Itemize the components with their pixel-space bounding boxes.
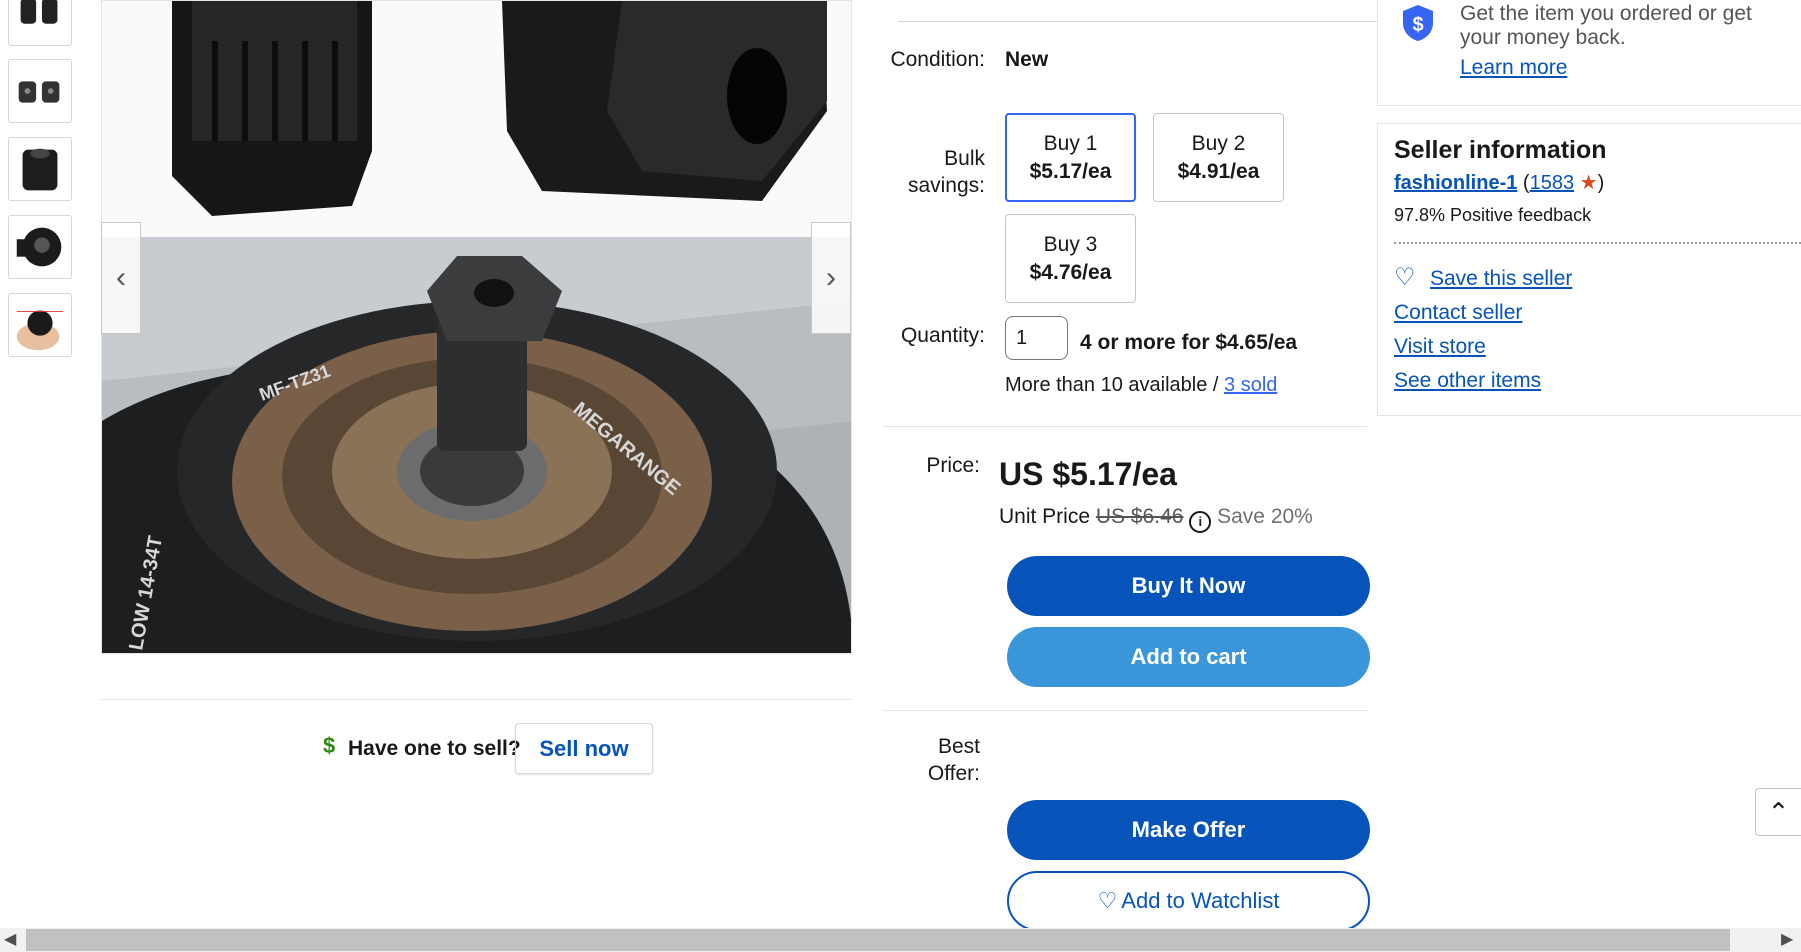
- main-product-image[interactable]: MF-TZ31 MEGARANGE LOW 14-34T: [101, 0, 852, 654]
- bulk-option-3[interactable]: Buy 3 $4.76/ea: [1005, 214, 1136, 303]
- price-value: US $5.17/ea: [999, 456, 1177, 492]
- availability-text: More than 10 available /: [1005, 374, 1225, 396]
- thumb-1[interactable]: [8, 0, 72, 46]
- learn-more-link[interactable]: Learn more: [1460, 56, 1567, 80]
- seller-name-link[interactable]: fashionline-1: [1394, 172, 1517, 194]
- thumb-2[interactable]: [8, 59, 72, 123]
- watchlist-label: Add to Watchlist: [1121, 888, 1280, 913]
- product-photo: MF-TZ31 MEGARANGE LOW 14-34T: [102, 1, 851, 653]
- visit-store-link[interactable]: Visit store: [1394, 335, 1486, 359]
- save-percent: Save 20%: [1217, 505, 1313, 528]
- bulk-price: $5.17/ea: [1029, 159, 1112, 183]
- condition-label: Condition:: [890, 48, 985, 71]
- socket-side-icon: [22, 148, 58, 191]
- sell-question: Have one to sell?: [348, 737, 521, 760]
- bulk-qty: Buy 2: [1191, 131, 1246, 155]
- chevron-left-icon: ‹: [116, 261, 126, 294]
- quantity-deal: 4 or more for $4.65/ea: [1080, 331, 1298, 354]
- sell-now-button[interactable]: Sell now: [515, 723, 653, 774]
- save-seller-link[interactable]: Save this seller: [1430, 267, 1572, 291]
- best-offer-label: Best Offer:: [870, 733, 980, 787]
- prev-image-button[interactable]: ‹: [101, 222, 141, 334]
- best-offer-line1: Best: [937, 735, 980, 758]
- availability: More than 10 available / 3 sold: [1005, 372, 1277, 399]
- bulk-label-line1: Bulk: [944, 147, 985, 170]
- add-to-watchlist-button[interactable]: ♡ Add to Watchlist: [1007, 871, 1370, 931]
- bulk-price: $4.91/ea: [1177, 159, 1260, 183]
- feedback-score-link[interactable]: 1583: [1530, 172, 1575, 194]
- thumb-4[interactable]: [8, 215, 72, 279]
- bulk-qty: Buy 1: [1043, 131, 1098, 155]
- bulk-savings-label: Bulk savings:: [870, 145, 985, 199]
- dotted-divider: [1394, 242, 1801, 244]
- seller-info-title: Seller information: [1394, 136, 1607, 164]
- bulk-qty: Buy 3: [1043, 232, 1098, 256]
- hex-sockets-icon: [20, 0, 58, 24]
- divider: [882, 426, 1367, 427]
- unit-price-label: Unit Price: [999, 505, 1091, 528]
- scrollbar-thumb[interactable]: [26, 929, 1730, 951]
- svg-text:$: $: [1412, 14, 1423, 36]
- add-to-cart-button[interactable]: Add to cart: [1007, 627, 1370, 687]
- buy-it-now-button[interactable]: Buy It Now: [1007, 556, 1370, 616]
- original-price: US $6.46: [1095, 505, 1184, 528]
- hand-holding-icon: [16, 310, 64, 351]
- sold-link[interactable]: 3 sold: [1224, 374, 1277, 396]
- divider: [882, 710, 1369, 711]
- chevron-up-icon: ⌃: [1767, 796, 1790, 827]
- star-icon: ★: [1579, 172, 1598, 194]
- price-label: Price:: [926, 454, 980, 477]
- thumb-5[interactable]: [8, 293, 72, 357]
- see-other-items-link[interactable]: See other items: [1394, 369, 1541, 393]
- bulk-option-1[interactable]: Buy 1 $5.17/ea: [1005, 113, 1136, 202]
- hex-sockets-icon: [18, 81, 60, 103]
- bulk-label-line2: savings:: [907, 174, 985, 197]
- unit-price-row: Unit Price US $6.46 i Save 20%: [999, 505, 1313, 533]
- positive-feedback: 97.8% Positive feedback: [1394, 205, 1592, 225]
- best-offer-line2: Offer:: [927, 762, 980, 785]
- scroll-right-arrow-icon[interactable]: ▶: [1781, 929, 1793, 949]
- contact-seller-link[interactable]: Contact seller: [1394, 301, 1522, 325]
- condition-value: New: [1005, 48, 1049, 71]
- divider: [101, 699, 852, 700]
- bulk-price: $4.76/ea: [1029, 260, 1112, 284]
- guarantee-text: Get the item you ordered or get your mon…: [1460, 2, 1752, 50]
- thumb-3[interactable]: [8, 137, 72, 201]
- socket-round-icon: [16, 227, 62, 267]
- shield-dollar-icon: $: [1401, 4, 1435, 42]
- heart-icon[interactable]: ♡: [1394, 263, 1416, 292]
- heart-icon: ♡: [1097, 888, 1118, 913]
- bulk-option-2[interactable]: Buy 2 $4.91/ea: [1153, 113, 1284, 202]
- info-icon[interactable]: i: [1189, 511, 1212, 533]
- chevron-right-icon: ›: [826, 261, 836, 294]
- seller-name-row: fashionline-1 (1583 ★): [1394, 172, 1605, 194]
- guarantee-line2: your money back.: [1460, 26, 1626, 49]
- next-image-button[interactable]: ›: [811, 222, 851, 334]
- scroll-left-arrow-icon[interactable]: ◀: [4, 929, 16, 949]
- quantity-label: Quantity:: [900, 324, 985, 347]
- back-to-top-button[interactable]: ⌃: [1755, 788, 1801, 836]
- dollar-icon: $: [323, 733, 336, 758]
- quantity-input[interactable]: 1: [1005, 316, 1068, 360]
- make-offer-button[interactable]: Make Offer: [1007, 800, 1370, 860]
- guarantee-line1: Get the item you ordered or get: [1460, 2, 1752, 25]
- divider: [898, 21, 1377, 22]
